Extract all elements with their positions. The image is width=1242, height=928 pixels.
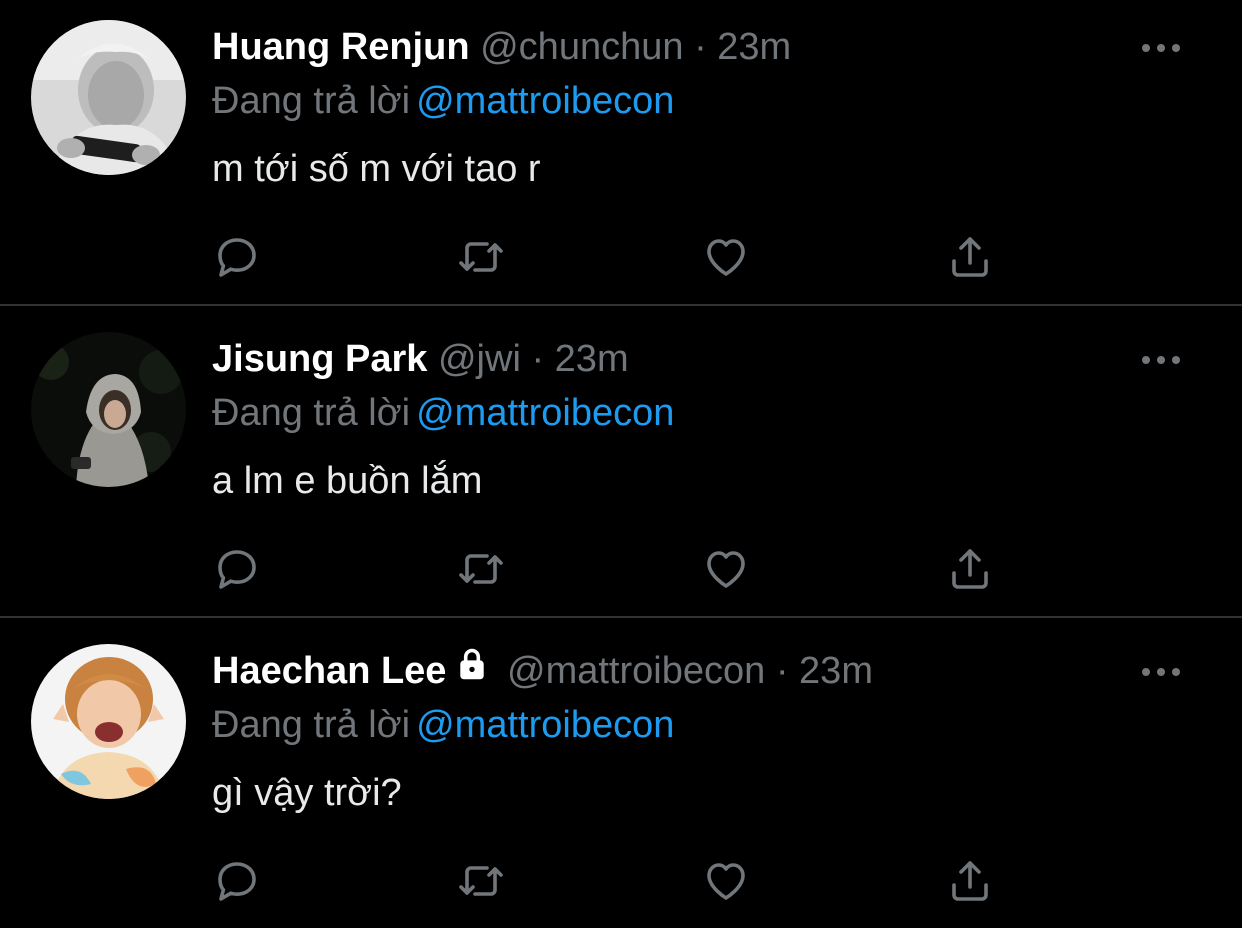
tweet-text: m tới số m với tao r	[212, 148, 541, 190]
tweet-header: Haechan Lee @mattroibecon · 23m	[212, 649, 873, 692]
heart-icon[interactable]	[702, 545, 750, 593]
heart-icon[interactable]	[702, 233, 750, 281]
mention-link[interactable]: @mattroibecon	[416, 80, 674, 122]
timestamp[interactable]: 23m	[717, 26, 791, 68]
user-handle[interactable]: @jwi	[438, 338, 521, 380]
more-icon[interactable]	[1140, 658, 1182, 686]
tweet-header: Jisung Park @jwi · 23m	[212, 338, 629, 380]
mention-link[interactable]: @mattroibecon	[416, 392, 674, 434]
heart-icon[interactable]	[702, 857, 750, 905]
display-name[interactable]: Jisung Park	[212, 338, 427, 380]
tweet-actions	[0, 527, 1242, 589]
replying-prefix: Đang trả lời	[212, 80, 411, 122]
tweet-actions	[0, 839, 1242, 901]
replying-to: Đang trả lời @mattroibecon	[212, 704, 674, 746]
lock-icon	[454, 646, 490, 691]
separator: ·	[531, 338, 545, 380]
tweet[interactable]: Haechan Lee @mattroibecon · 23m Đang trả…	[0, 624, 1242, 928]
mention-link[interactable]: @mattroibecon	[416, 704, 674, 746]
avatar[interactable]	[31, 20, 186, 175]
more-icon[interactable]	[1140, 34, 1182, 62]
tweet-header: Huang Renjun @chunchun · 23m	[212, 26, 791, 68]
share-icon[interactable]	[946, 233, 994, 281]
divider	[0, 616, 1242, 618]
tweet[interactable]: Jisung Park @jwi · 23m Đang trả lời @matt…	[0, 312, 1242, 616]
user-handle[interactable]: @chunchun	[480, 26, 683, 68]
separator: ·	[775, 650, 789, 692]
replying-to: Đang trả lời @mattroibecon	[212, 80, 674, 122]
separator: ·	[694, 26, 707, 68]
replying-prefix: Đang trả lời	[212, 392, 411, 434]
more-icon[interactable]	[1140, 346, 1182, 374]
avatar-image	[31, 332, 186, 487]
avatar-image	[31, 644, 186, 799]
retweet-icon[interactable]	[457, 857, 505, 905]
tweet-text: a lm e buồn lắm	[212, 460, 483, 502]
reply-icon[interactable]	[213, 545, 261, 593]
share-icon[interactable]	[946, 857, 994, 905]
replying-to: Đang trả lời @mattroibecon	[212, 392, 674, 434]
reply-icon[interactable]	[213, 857, 261, 905]
tweet-text: gì vậy trời?	[212, 772, 402, 814]
timestamp[interactable]: 23m	[555, 338, 629, 380]
avatar-image	[31, 20, 186, 175]
replying-prefix: Đang trả lời	[212, 704, 411, 746]
display-name[interactable]: Haechan Lee	[212, 650, 446, 692]
user-handle[interactable]: @mattroibecon	[507, 650, 765, 692]
divider	[0, 304, 1242, 306]
share-icon[interactable]	[946, 545, 994, 593]
tweet-actions	[0, 215, 1242, 277]
retweet-icon[interactable]	[457, 545, 505, 593]
avatar[interactable]	[31, 332, 186, 487]
avatar[interactable]	[31, 644, 186, 799]
tweet[interactable]: Huang Renjun @chunchun · 23m Đang trả lờ…	[0, 0, 1242, 304]
reply-icon[interactable]	[213, 233, 261, 281]
timestamp[interactable]: 23m	[799, 650, 873, 692]
retweet-icon[interactable]	[457, 233, 505, 281]
display-name[interactable]: Huang Renjun	[212, 26, 470, 68]
